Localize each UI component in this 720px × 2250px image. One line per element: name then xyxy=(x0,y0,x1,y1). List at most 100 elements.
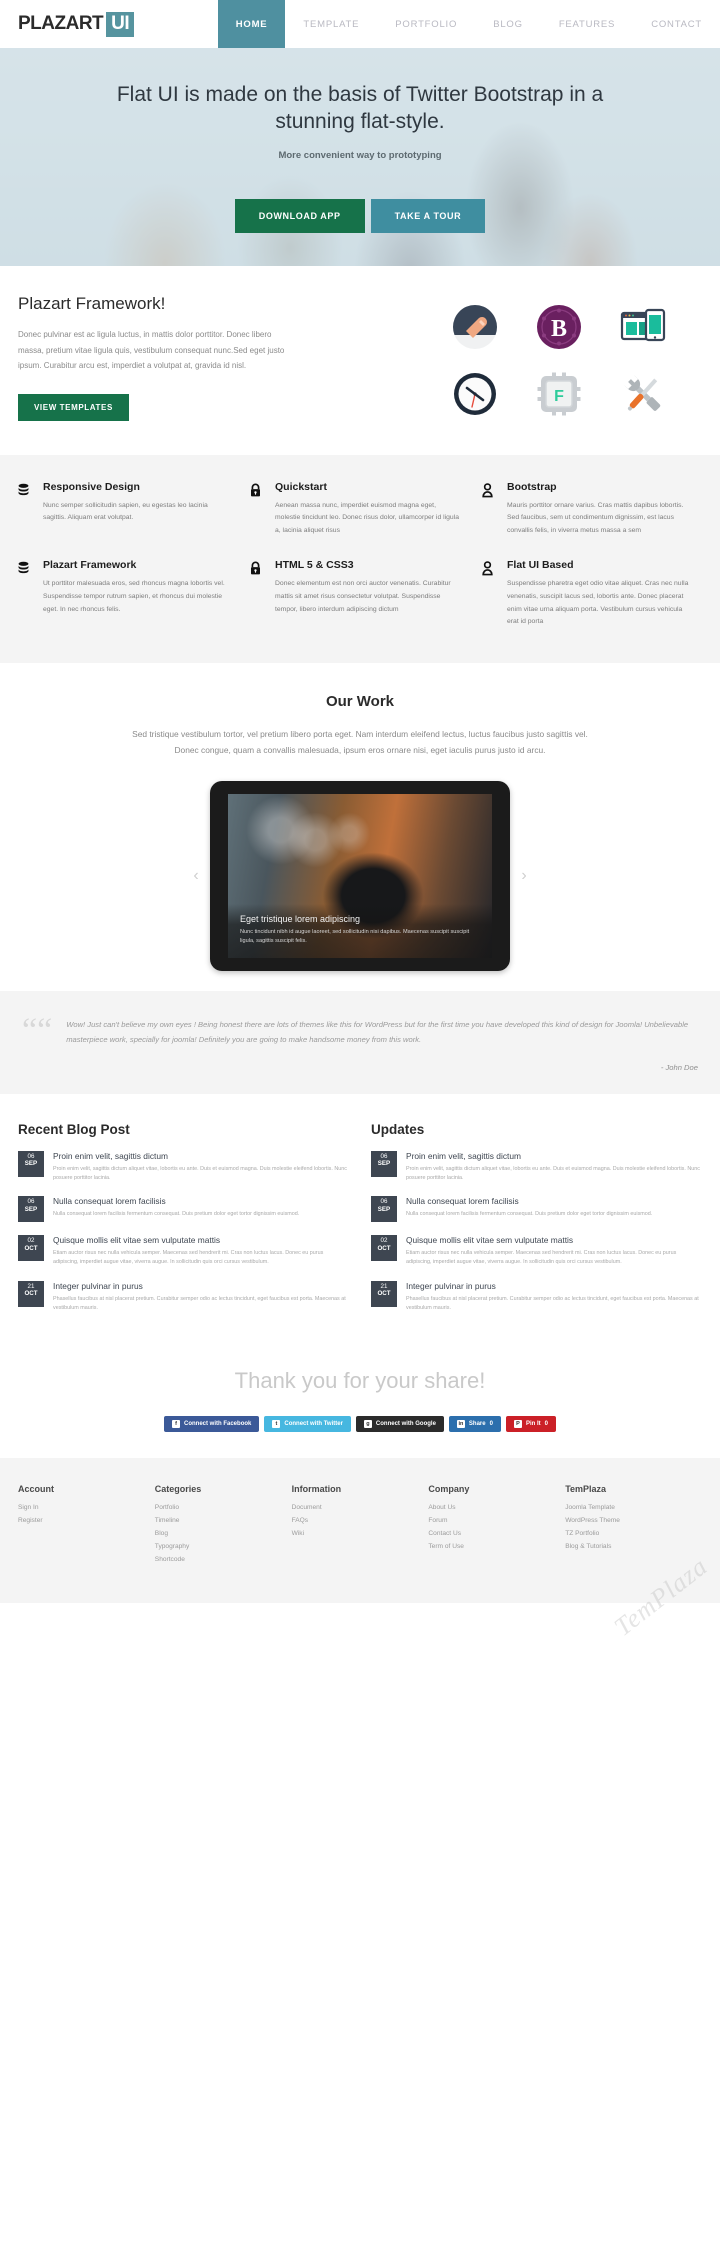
footer-link[interactable]: Register xyxy=(18,1517,155,1524)
twitter-icon: t xyxy=(272,1420,281,1428)
post-title[interactable]: Nulla consequat lorem facilisis xyxy=(53,1196,349,1206)
database-icon xyxy=(16,559,33,628)
our-work-text: Sed tristique vestibulum tortor, vel pre… xyxy=(132,728,588,756)
post-title[interactable]: Nulla consequat lorem facilisis xyxy=(406,1196,702,1206)
footer-link[interactable]: Typography xyxy=(155,1543,292,1550)
take-a-tour-button[interactable]: TAKE A TOUR xyxy=(370,198,486,233)
nav-item-portfolio[interactable]: PORTFOLIO xyxy=(377,0,475,48)
feature-title: Quickstart xyxy=(275,480,327,493)
feature-item: Plazart Framework Ut porttitor malesuada … xyxy=(16,559,240,628)
share-button-label: Share xyxy=(468,1421,486,1427)
footer-link[interactable]: About Us xyxy=(428,1504,565,1511)
post-month: SEP xyxy=(377,1205,391,1213)
nav-item-home[interactable]: HOME xyxy=(217,0,286,48)
post-title[interactable]: Proin enim velit, sagittis dictum xyxy=(53,1151,349,1161)
post-month: OCT xyxy=(24,1290,38,1298)
features-section: Responsive Design Nunc semper sollicitudi… xyxy=(0,454,720,663)
nav-item-template[interactable]: TEMPLATE xyxy=(285,0,377,48)
blog-post-item[interactable]: 06 SEP Nulla consequat lorem facilisis Null… xyxy=(18,1196,349,1223)
footer-link[interactable]: Blog & Tutorials xyxy=(565,1543,702,1550)
footer-link[interactable]: TZ Portfolio xyxy=(565,1530,702,1537)
portfolio-carousel: ‹ Eget tristique lorem adipiscing Nunc t… xyxy=(0,780,720,971)
footer-link[interactable]: Blog xyxy=(155,1530,292,1537)
feature-text: Aenean massa nunc, imperdiet euismod mag… xyxy=(275,501,459,534)
pinterest-icon: P xyxy=(513,1420,522,1428)
blog-post-item[interactable]: 06 SEP Proin enim velit, sagittis dictum Pr… xyxy=(371,1150,702,1183)
post-title[interactable]: Integer pulvinar in purus xyxy=(406,1281,702,1291)
site-logo[interactable]: PLAZART UI xyxy=(0,0,135,48)
logo-text: PLAZART xyxy=(18,13,104,34)
post-title[interactable]: Proin enim velit, sagittis dictum xyxy=(406,1151,702,1161)
footer-link[interactable]: FAQs xyxy=(292,1517,429,1524)
download-app-button[interactable]: DOWNLOAD APP xyxy=(234,198,365,233)
post-date-badge: 21 OCT xyxy=(371,1280,397,1307)
nav-item-features[interactable]: FEATURES xyxy=(541,0,633,48)
share-button-label: Pin It xyxy=(525,1421,541,1427)
lock-icon xyxy=(248,559,265,628)
testimonial-section: ““ Wow! Just can't believe my own eyes !… xyxy=(0,990,720,1094)
logo-badge: UI xyxy=(106,11,135,37)
linkedin-icon: in xyxy=(456,1420,465,1428)
main-nav: HOME TEMPLATE PORTFOLIO BLOG FEATURES CONTACT xyxy=(217,0,720,48)
footer-link[interactable]: WordPress Theme xyxy=(565,1517,702,1524)
blog-post-item[interactable]: 02 OCT Quisque mollis elit vitae sem vulpu… xyxy=(371,1235,702,1267)
google-icon: g xyxy=(363,1420,372,1428)
share-button-linkedin[interactable]: in Share 0 xyxy=(448,1416,501,1432)
footer-link[interactable]: Contact Us xyxy=(428,1530,565,1537)
hero-buttons: DOWNLOAD APP TAKE A TOUR xyxy=(0,198,720,233)
post-excerpt: Proin enim velit, sagittis dictum alique… xyxy=(53,1165,347,1182)
blog-post-item[interactable]: 21 OCT Integer pulvinar in purus Phasellus … xyxy=(18,1280,349,1313)
blog-post-item[interactable]: 06 SEP Nulla consequat lorem facilisis Null… xyxy=(371,1196,702,1223)
share-button-pinterest[interactable]: P Pin It 0 xyxy=(505,1416,556,1432)
footer-link[interactable]: Document xyxy=(292,1504,429,1511)
view-templates-button[interactable]: VIEW TEMPLATES xyxy=(18,393,129,421)
testimonial-author: - John Doe xyxy=(660,1062,698,1072)
footer-link[interactable]: Shortcode xyxy=(155,1556,292,1563)
chevron-right-icon[interactable]: › xyxy=(510,867,538,885)
post-month: SEP xyxy=(24,1205,38,1213)
footer-link[interactable]: Joomla Template xyxy=(565,1504,702,1511)
recent-blog-column: Recent Blog Post 06 SEP Proin enim velit, … xyxy=(18,1122,349,1326)
post-title[interactable]: Quisque mollis elit vitae sem vulputate … xyxy=(406,1235,702,1245)
share-button-twitter[interactable]: t Connect with Twitter xyxy=(264,1416,351,1432)
feature-text: Mauris porttitor ornare varius. Cras mat… xyxy=(507,501,684,534)
footer-link[interactable]: Portfolio xyxy=(155,1504,292,1511)
nav-item-contact[interactable]: CONTACT xyxy=(633,0,720,48)
testimonial-text: Wow! Just can't believe my own eyes ! Be… xyxy=(66,1019,689,1044)
footer-link[interactable]: Sign In xyxy=(18,1504,155,1511)
share-button-google[interactable]: g Connect with Google xyxy=(355,1416,444,1432)
footer-link[interactable]: Wiki xyxy=(292,1530,429,1537)
share-button-facebook[interactable]: f Connect with Facebook xyxy=(164,1416,260,1432)
nav-item-blog[interactable]: BLOG xyxy=(475,0,541,48)
footer-link[interactable]: Timeline xyxy=(155,1517,292,1524)
tools-icon xyxy=(620,371,666,417)
blog-post-item[interactable]: 06 SEP Proin enim velit, sagittis dictum Pr… xyxy=(18,1150,349,1183)
post-title[interactable]: Quisque mollis elit vitae sem vulputate … xyxy=(53,1235,349,1245)
database-icon xyxy=(16,481,33,538)
footer-link[interactable]: Forum xyxy=(428,1517,565,1524)
post-title[interactable]: Integer pulvinar in purus xyxy=(53,1281,349,1291)
blog-post-item[interactable]: 02 OCT Quisque mollis elit vitae sem vulpu… xyxy=(18,1235,349,1267)
cpu-chip-icon: F xyxy=(536,371,582,417)
hero-section: Flat UI is made on the basis of Twitter … xyxy=(0,48,720,266)
post-date-badge: 21 OCT xyxy=(18,1280,44,1307)
post-excerpt: Phasellus faucibus at nisl placerat pret… xyxy=(53,1295,346,1311)
svg-text:B: B xyxy=(551,316,567,342)
slide-text: Nunc tincidunt nibh id augue laoreet, se… xyxy=(240,928,470,944)
share-button-label: Connect with Twitter xyxy=(284,1421,343,1427)
updates-heading: Updates xyxy=(371,1121,425,1137)
footer-link[interactable]: Term of Use xyxy=(428,1543,565,1550)
our-work-title: Our Work xyxy=(325,692,395,710)
framework-text: Donec pulvinar est ac ligula luctus, in … xyxy=(18,330,285,371)
chevron-left-icon[interactable]: ‹ xyxy=(182,867,210,885)
feature-text: Donec elementum est non orci auctor vene… xyxy=(275,580,451,613)
footer-column-heading: Company xyxy=(428,1484,470,1494)
updates-column: Updates 06 SEP Proin enim velit, sagittis … xyxy=(371,1122,702,1326)
post-excerpt: Nulla consequat lorem facilisis fermentu… xyxy=(53,1211,300,1218)
post-date-badge: 06 SEP xyxy=(18,1196,44,1223)
carousel-slide[interactable]: Eget tristique lorem adipiscing Nunc tin… xyxy=(228,793,492,958)
post-date-badge: 06 SEP xyxy=(371,1150,397,1177)
feature-title: Bootstrap xyxy=(507,480,557,493)
blog-post-item[interactable]: 21 OCT Integer pulvinar in purus Phasellus … xyxy=(371,1280,702,1313)
feature-title: Flat UI Based xyxy=(507,559,574,572)
